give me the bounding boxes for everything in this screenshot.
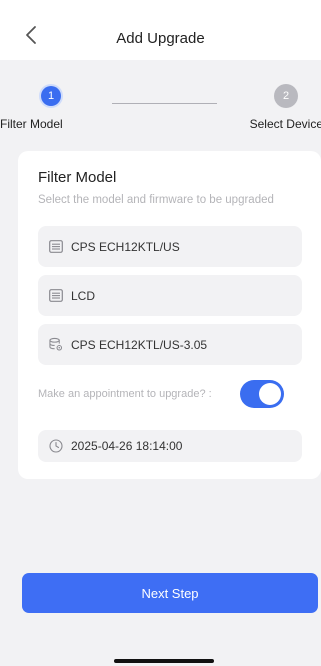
filter-model-card: Filter Model Select the model and firmwa… bbox=[18, 151, 321, 479]
part-select[interactable]: LCD bbox=[38, 275, 302, 316]
step-connector bbox=[112, 103, 217, 104]
step-2-indicator: 2 bbox=[274, 84, 298, 108]
list-icon bbox=[49, 240, 63, 254]
list-icon bbox=[49, 289, 63, 303]
database-gear-icon bbox=[49, 337, 63, 352]
add-upgrade-screen: Add Upgrade 1 2 Filter Model Select Devi… bbox=[0, 0, 321, 666]
page-title: Add Upgrade bbox=[116, 30, 205, 47]
firmware-select[interactable]: CPS ECH12KTL/US-3.05 bbox=[38, 324, 302, 365]
appointment-label: Make an appointment to upgrade? : bbox=[38, 388, 212, 400]
datetime-value: 2025-04-26 18:14:00 bbox=[71, 439, 183, 453]
step-1-indicator: 1 bbox=[39, 84, 63, 108]
part-value: LCD bbox=[71, 288, 96, 303]
step-2-label: Select Device bbox=[249, 117, 321, 131]
datetime-picker[interactable]: 2025-04-26 18:14:00 bbox=[38, 430, 302, 462]
appointment-toggle[interactable] bbox=[240, 380, 284, 408]
clock-icon bbox=[49, 439, 63, 453]
step-1-number: 1 bbox=[41, 86, 61, 106]
home-indicator bbox=[114, 659, 214, 663]
toggle-knob bbox=[259, 383, 281, 405]
card-title: Filter Model bbox=[38, 169, 117, 186]
step-1-label: Filter Model bbox=[0, 117, 63, 131]
stepper: 1 2 Filter Model Select Device bbox=[0, 60, 321, 135]
model-select[interactable]: CPS ECH12KTL/US bbox=[38, 226, 302, 267]
model-value: CPS ECH12KTL/US bbox=[71, 239, 180, 254]
next-step-button[interactable]: Next Step bbox=[22, 573, 318, 613]
card-subtitle: Select the model and firmware to be upgr… bbox=[38, 194, 274, 206]
header-bar: Add Upgrade bbox=[0, 0, 321, 60]
firmware-value: CPS ECH12KTL/US-3.05 bbox=[71, 337, 208, 352]
